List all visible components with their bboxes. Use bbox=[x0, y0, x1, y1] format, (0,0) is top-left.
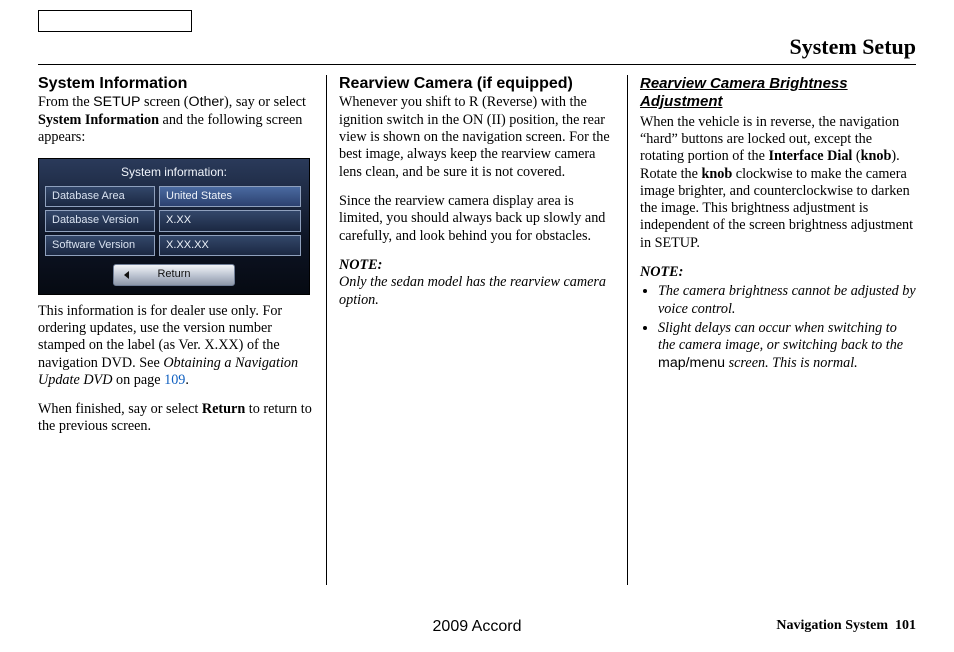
row-value: X.XX.XX bbox=[159, 235, 301, 256]
col1-finish: When finished, say or select Return to r… bbox=[38, 401, 314, 436]
col3-heading: Rearview Camera Brightness Adjustment bbox=[640, 75, 916, 112]
column-2: Rearview Camera (if equipped) Whenever y… bbox=[327, 75, 627, 585]
knob-label: knob bbox=[701, 166, 732, 182]
system-information-label: System Information bbox=[38, 112, 159, 128]
text: When finished, say or select bbox=[38, 401, 202, 417]
note-label: NOTE: bbox=[339, 257, 382, 273]
row-label: Software Version bbox=[45, 235, 155, 256]
return-bar: Return bbox=[45, 264, 303, 285]
column-3: Rearview Camera Brightness Adjustment Wh… bbox=[628, 75, 916, 585]
note-list: The camera brightness cannot be adjusted… bbox=[640, 283, 916, 372]
system-info-screenshot: System information: Database Area United… bbox=[38, 158, 310, 294]
text: ( bbox=[852, 148, 860, 164]
col2-heading: Rearview Camera (if equipped) bbox=[339, 75, 615, 93]
text: on page bbox=[112, 372, 164, 388]
text: screen. This is normal. bbox=[725, 355, 858, 371]
page-title: System Setup bbox=[38, 34, 916, 60]
screenshot-title: System information: bbox=[45, 165, 303, 180]
screenshot-row: Database Version X.XX bbox=[45, 210, 303, 231]
column-1: System Information From the SETUP screen… bbox=[38, 75, 326, 585]
row-label: Database Version bbox=[45, 210, 155, 231]
map-menu-label: map/menu bbox=[658, 355, 725, 371]
text: ), say or select bbox=[224, 94, 306, 110]
screenshot-row: Database Area United States bbox=[45, 186, 303, 207]
setup-label: SETUP bbox=[93, 94, 140, 110]
screenshot-row: Software Version X.XX.XX bbox=[45, 235, 303, 256]
row-value: United States bbox=[159, 186, 301, 207]
manual-page: System Setup System Information From the… bbox=[0, 0, 954, 652]
col1-dealer-note: This information is for dealer use only.… bbox=[38, 303, 314, 390]
col2-p1: Whenever you shift to R (Reverse) with t… bbox=[339, 94, 615, 181]
text: From the bbox=[38, 94, 93, 110]
text: screen ( bbox=[140, 94, 188, 110]
page-footer: 2009 Accord Navigation System 101 bbox=[38, 618, 916, 634]
note-body: Only the sedan model has the rearview ca… bbox=[339, 274, 606, 307]
heading-text: Rearview Camera (if equipped) bbox=[339, 75, 573, 92]
other-label: Other bbox=[189, 94, 224, 110]
knob-label: knob bbox=[861, 148, 892, 164]
note-item: Slight delays can occur when switching t… bbox=[658, 320, 916, 372]
row-label: Database Area bbox=[45, 186, 155, 207]
col2-p2: Since the rearview camera display area i… bbox=[339, 193, 615, 245]
row-value: X.XX bbox=[159, 210, 301, 231]
text: Slight delays can occur when switching t… bbox=[658, 320, 903, 353]
date-stamp-box bbox=[38, 10, 192, 32]
col2-note: NOTE: Only the sedan model has the rearv… bbox=[339, 257, 615, 309]
col3-body: When the vehicle is in reverse, the navi… bbox=[640, 114, 916, 253]
note-item: The camera brightness cannot be adjusted… bbox=[658, 283, 916, 318]
footer-center: 2009 Accord bbox=[38, 618, 916, 636]
return-button-image: Return bbox=[113, 264, 235, 285]
content-columns: System Information From the SETUP screen… bbox=[38, 75, 916, 585]
note-label: NOTE: bbox=[640, 264, 683, 280]
title-rule bbox=[38, 64, 916, 65]
col1-intro: From the SETUP screen (Other), say or se… bbox=[38, 94, 314, 146]
col1-heading: System Information bbox=[38, 75, 314, 93]
page-link[interactable]: 109 bbox=[164, 372, 185, 388]
return-label: Return bbox=[202, 401, 245, 417]
col3-note: NOTE: The camera brightness cannot be ad… bbox=[640, 264, 916, 372]
text: . bbox=[185, 372, 189, 388]
interface-dial-label: Interface Dial bbox=[768, 148, 852, 164]
